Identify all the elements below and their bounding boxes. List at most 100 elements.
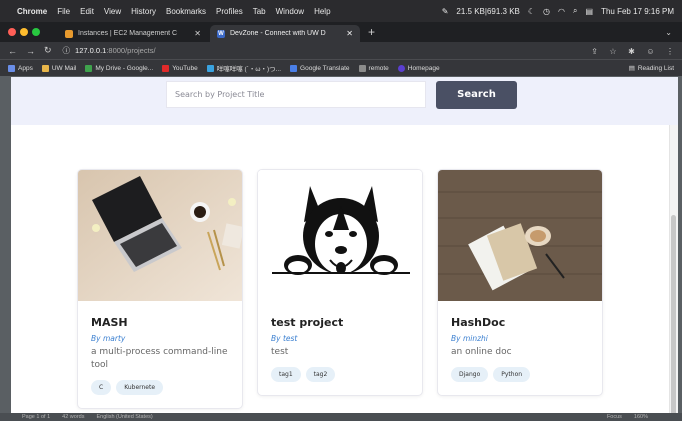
reload-icon[interactable]: ↻ bbox=[44, 45, 52, 56]
word-status-bar: Page 1 of 1 42 words English (United Sta… bbox=[0, 413, 682, 421]
new-tab-icon[interactable]: + bbox=[368, 25, 375, 39]
tab-ec2-instances[interactable]: Instances | EC2 Management C ✕ bbox=[58, 25, 208, 42]
bookmark-homepage[interactable]: Homepage bbox=[397, 64, 440, 72]
extensions-icon[interactable]: ✱ bbox=[628, 47, 635, 56]
menu-help[interactable]: Help bbox=[314, 7, 330, 16]
folder-icon bbox=[358, 64, 366, 72]
bookmark-label: remote bbox=[368, 64, 389, 72]
menu-extras: ✎ 21.5 KB|691.3 KB ☾ ◷ ◠ ⌕ ▤ Thu Feb 17 … bbox=[434, 6, 674, 16]
bookmark-label: 咩噻咩噻 (´・ω・)つ... bbox=[216, 66, 282, 73]
bookmark-remote[interactable]: remote bbox=[358, 64, 389, 72]
tag-badge[interactable]: tag1 bbox=[271, 367, 301, 382]
bookmark-apps[interactable]: Apps bbox=[8, 64, 33, 72]
homepage-icon bbox=[397, 64, 405, 72]
menu-view[interactable]: View bbox=[104, 7, 121, 16]
url-host: 127.0.0.1 bbox=[75, 46, 107, 55]
star-icon[interactable]: ☆ bbox=[609, 47, 616, 56]
project-title[interactable]: test project bbox=[271, 316, 409, 329]
network-monitor: 21.5 KB|691.3 KB bbox=[456, 6, 520, 16]
info-icon[interactable]: ⓘ bbox=[63, 45, 71, 56]
macos-menu-bar: Chrome File Edit View History Bookmarks … bbox=[0, 0, 682, 22]
project-card-mash[interactable]: MASH By marty a multi-process command-li… bbox=[77, 169, 243, 409]
menu-chrome[interactable]: Chrome bbox=[17, 7, 47, 16]
project-description: an online doc bbox=[451, 347, 512, 357]
project-thumbnail[interactable] bbox=[258, 170, 422, 301]
bookmark-google-translate[interactable]: Google Translate bbox=[290, 64, 350, 72]
drive-icon bbox=[85, 64, 93, 72]
wifi-icon[interactable]: ◠ bbox=[558, 7, 565, 16]
toolbar-actions: ⇪ ☆ ✱ ☺ ⋮ bbox=[582, 46, 674, 56]
project-author[interactable]: By test bbox=[271, 334, 409, 343]
bookmark-label: My Drive - Google... bbox=[95, 64, 154, 72]
profile-icon[interactable]: ☺ bbox=[646, 47, 654, 56]
menu-bookmarks[interactable]: Bookmarks bbox=[166, 7, 206, 16]
tag-badge[interactable]: Django bbox=[451, 367, 489, 382]
tab-search-icon[interactable]: ⌄ bbox=[665, 28, 672, 37]
menu-tab[interactable]: Tab bbox=[253, 7, 266, 16]
translate-icon bbox=[290, 64, 298, 72]
pen-icon[interactable]: ✎ bbox=[442, 7, 449, 16]
tag-badge[interactable]: C bbox=[91, 380, 112, 395]
bookmark-youtube[interactable]: YouTube bbox=[162, 64, 198, 72]
reading-list-label: Reading List bbox=[637, 64, 674, 72]
tag-badge[interactable]: Kubernete bbox=[116, 380, 164, 395]
control-center-icon[interactable]: ▤ bbox=[586, 7, 594, 16]
clock-icon[interactable]: ◷ bbox=[543, 7, 550, 16]
tab-title: Instances | EC2 Management C bbox=[78, 30, 178, 37]
datetime[interactable]: Thu Feb 17 9:16 PM bbox=[601, 7, 674, 16]
page-viewport: Search by Project Title Search MASH By m… bbox=[11, 77, 678, 413]
page-scrollbar[interactable] bbox=[669, 125, 678, 413]
zoom-level[interactable]: 160% bbox=[634, 414, 648, 420]
menu-file[interactable]: File bbox=[57, 7, 70, 16]
husky-illustration-image bbox=[258, 170, 422, 301]
focus-mode[interactable]: Focus bbox=[607, 414, 622, 420]
tag-badge[interactable]: Python bbox=[493, 367, 531, 382]
tab-devzone[interactable]: W DevZone - Connect with UW D ✕ bbox=[210, 25, 360, 42]
project-thumbnail[interactable] bbox=[438, 170, 602, 301]
bookmarks-bar: Apps UW Mail My Drive - Google... YouTub… bbox=[0, 59, 682, 76]
project-author[interactable]: By marty bbox=[91, 334, 229, 343]
project-title[interactable]: HashDoc bbox=[451, 316, 589, 329]
tab-title: DevZone - Connect with UW D bbox=[230, 30, 326, 37]
menu-history[interactable]: History bbox=[131, 7, 156, 16]
close-window-icon[interactable] bbox=[8, 28, 16, 36]
project-tags: C Kubernete bbox=[91, 380, 229, 395]
menu-edit[interactable]: Edit bbox=[80, 7, 94, 16]
search-button[interactable]: Search bbox=[436, 81, 517, 109]
bookmark-label: YouTube bbox=[172, 64, 198, 72]
project-description: a multi-process command-line tool bbox=[91, 347, 228, 370]
bookmark-bilibili[interactable]: 咩噻咩噻 (´・ω・)つ... bbox=[206, 63, 282, 73]
more-menu-icon[interactable]: ⋮ bbox=[666, 47, 674, 56]
share-icon[interactable]: ⇪ bbox=[591, 47, 598, 56]
project-card-hashdoc[interactable]: HashDoc By minzhi an online doc Django P… bbox=[437, 169, 603, 396]
reading-list-icon: ▤ bbox=[628, 65, 635, 72]
forward-icon[interactable]: → bbox=[26, 46, 35, 56]
minimize-window-icon[interactable] bbox=[20, 28, 28, 36]
project-thumbnail[interactable] bbox=[78, 170, 242, 301]
project-title[interactable]: MASH bbox=[91, 316, 229, 329]
reading-list[interactable]: ▤ Reading List bbox=[628, 64, 674, 73]
bookmark-label: Apps bbox=[18, 64, 33, 72]
moon-icon[interactable]: ☾ bbox=[528, 7, 535, 16]
project-author[interactable]: By minzhi bbox=[451, 334, 589, 343]
tag-badge[interactable]: tag2 bbox=[305, 367, 336, 382]
address-bar[interactable]: ⓘ 127.0.0.1:8000/projects/ bbox=[61, 44, 583, 57]
word-count: 42 words bbox=[62, 414, 85, 420]
project-description: test bbox=[271, 347, 289, 357]
scrollbar-thumb[interactable] bbox=[671, 215, 676, 413]
close-tab-icon[interactable]: ✕ bbox=[346, 29, 353, 38]
spotlight-icon[interactable]: ⌕ bbox=[573, 6, 577, 16]
project-card-test-project[interactable]: test project By test test tag1 tag2 bbox=[257, 169, 423, 396]
back-icon[interactable]: ← bbox=[8, 46, 17, 56]
apps-grid-icon bbox=[8, 64, 15, 72]
close-tab-icon[interactable]: ✕ bbox=[194, 29, 201, 38]
uw-favicon-icon: W bbox=[217, 29, 225, 38]
search-input[interactable]: Search by Project Title bbox=[166, 81, 426, 108]
menu-profiles[interactable]: Profiles bbox=[216, 7, 243, 16]
page-count: Page 1 of 1 bbox=[22, 414, 51, 420]
bookmark-google-drive[interactable]: My Drive - Google... bbox=[85, 64, 154, 72]
maximize-window-icon[interactable] bbox=[32, 28, 40, 36]
search-section: Search by Project Title Search bbox=[11, 77, 678, 125]
bookmark-uw-mail[interactable]: UW Mail bbox=[41, 64, 76, 72]
menu-window[interactable]: Window bbox=[276, 7, 304, 16]
